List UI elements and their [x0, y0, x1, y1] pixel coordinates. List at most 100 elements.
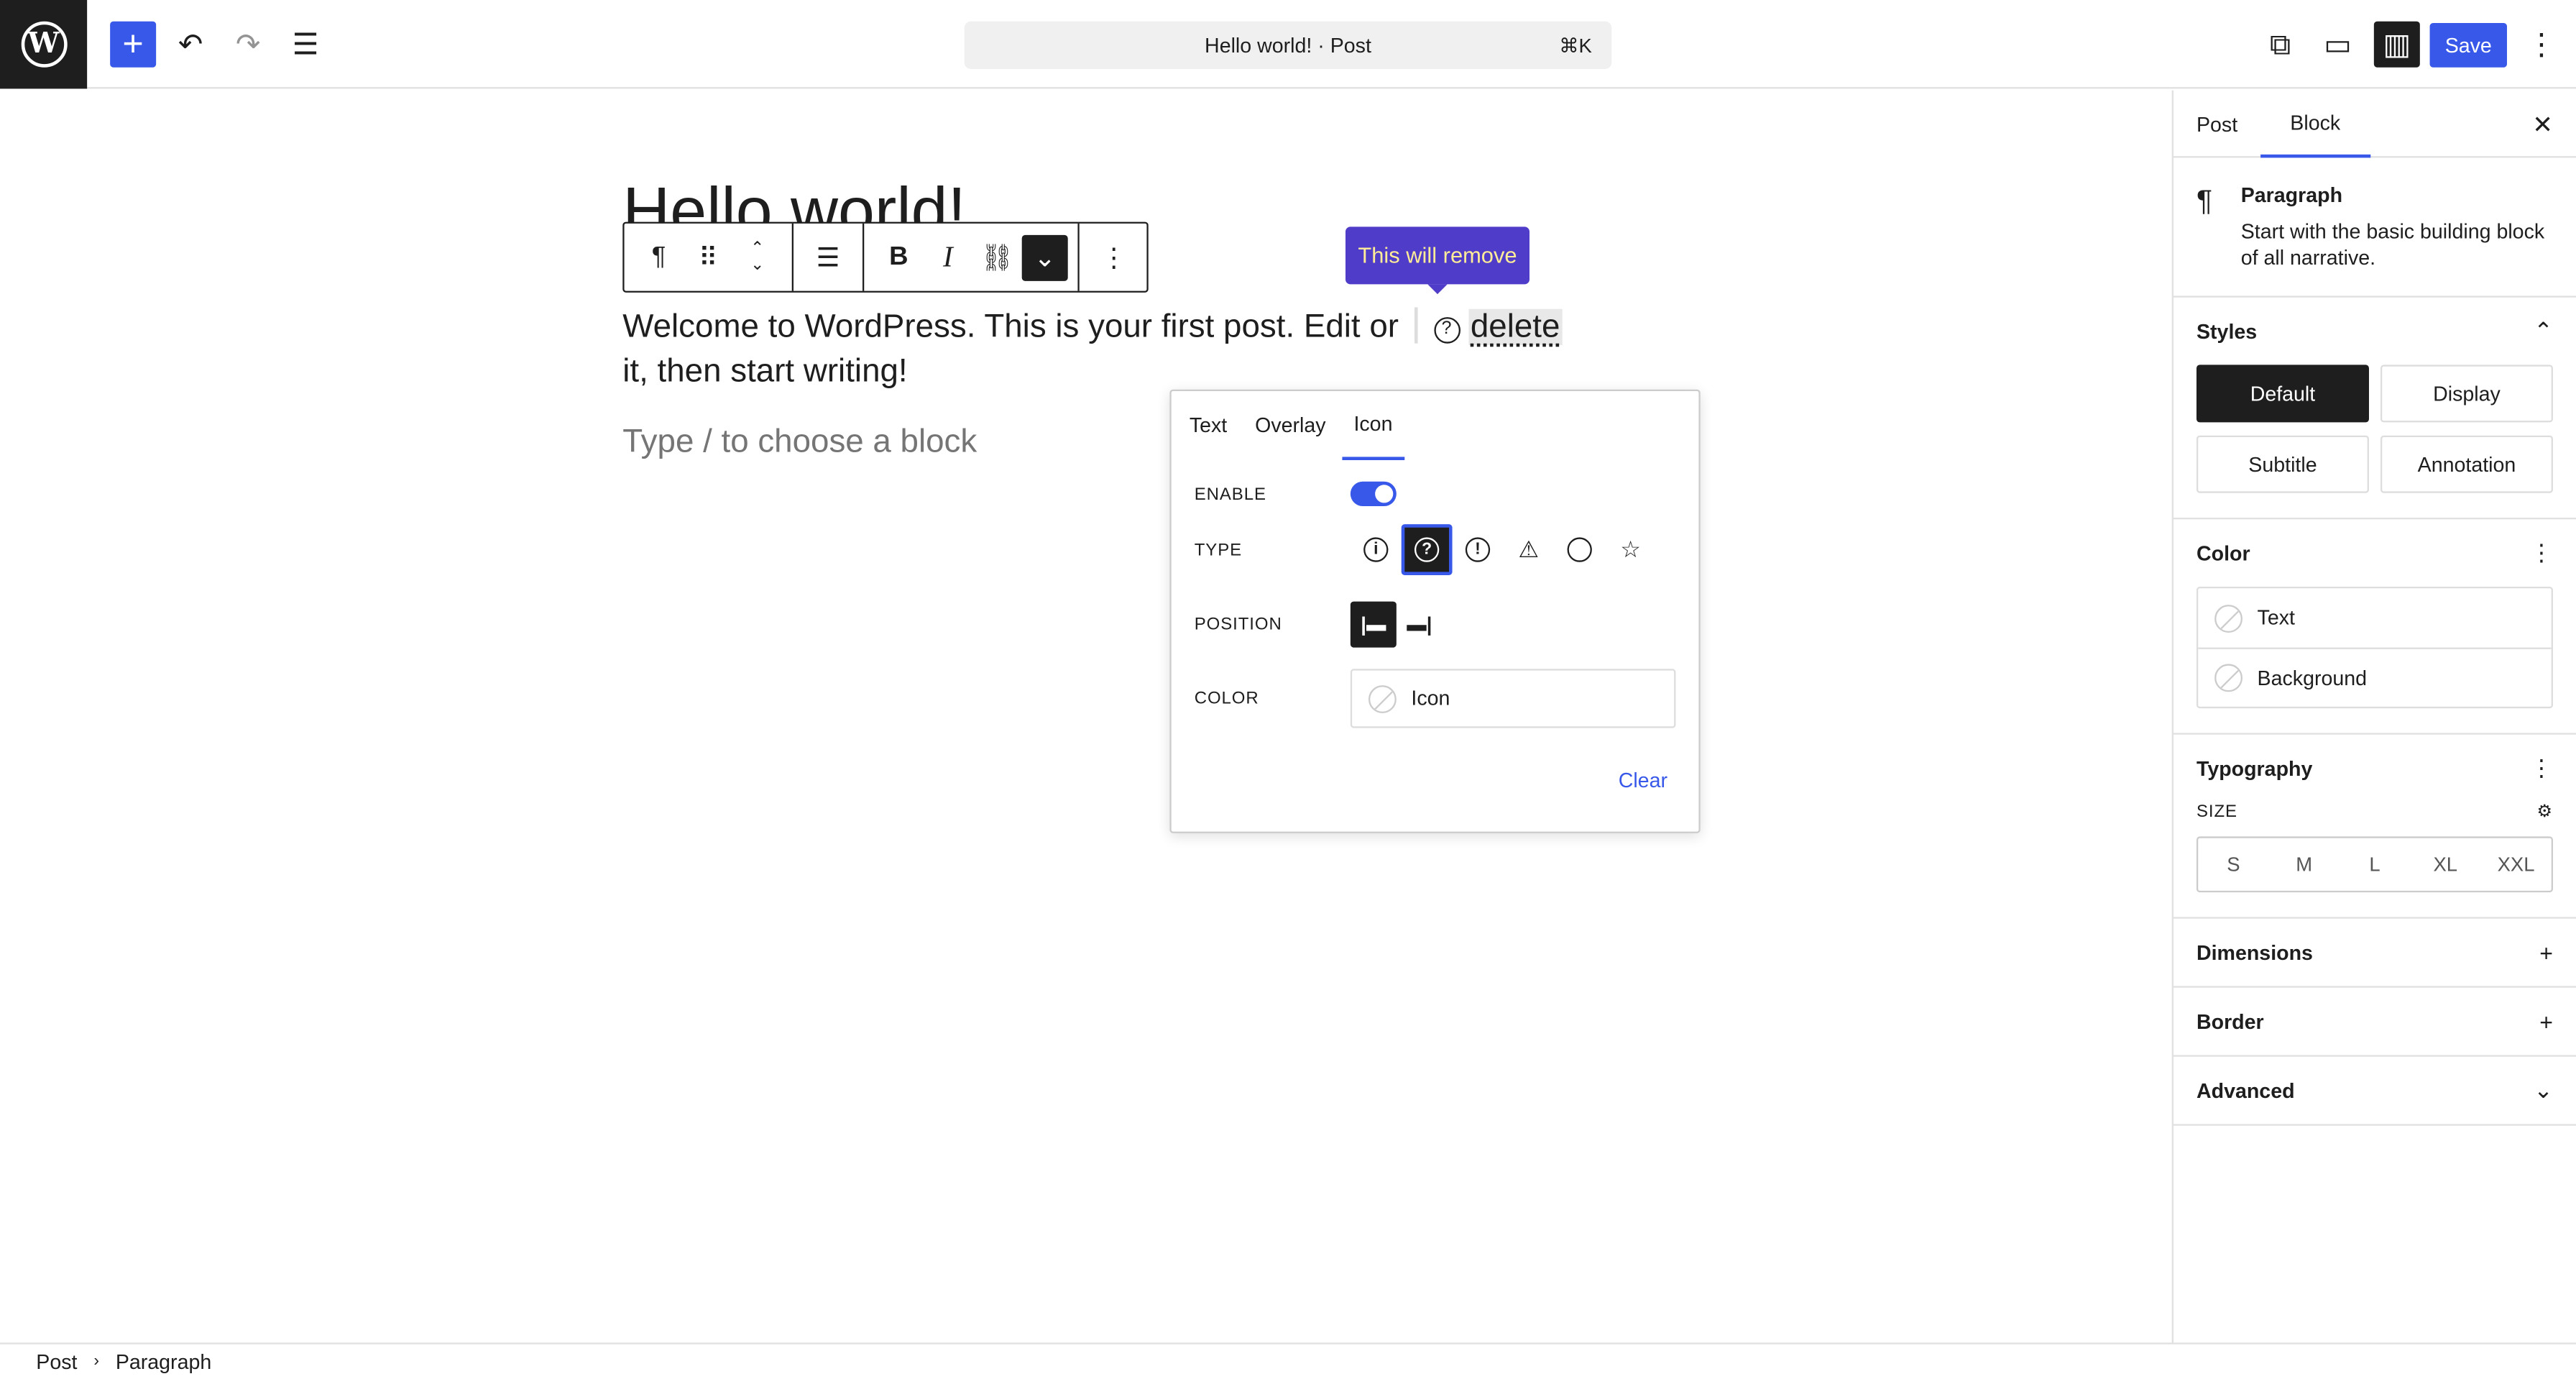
tab-block[interactable]: Block — [2260, 91, 2370, 158]
type-star-button[interactable]: ☆ — [1605, 524, 1656, 575]
prohibited-icon — [1567, 537, 1592, 562]
type-warning-button[interactable]: ⚠ — [1503, 524, 1554, 575]
block-placeholder[interactable]: Type / to choose a block — [622, 424, 977, 462]
border-panel[interactable]: Border + — [2173, 988, 2576, 1057]
paragraph-block[interactable]: Welcome to WordPress. This is your first… — [622, 306, 1592, 394]
type-help-button[interactable]: ? — [1401, 524, 1453, 575]
tab-overlay[interactable]: Overlay — [1243, 391, 1337, 460]
chevron-right-icon: › — [93, 1352, 99, 1371]
type-block-button[interactable] — [1554, 524, 1605, 575]
align-left-icon[interactable]: ☰ — [804, 232, 853, 282]
list-view-icon: ☰ — [292, 27, 319, 60]
more-rich-text-chevron-icon[interactable]: ⌄ — [1021, 234, 1068, 280]
annotation-tooltip: This will remove — [1345, 226, 1530, 295]
link-icon[interactable]: ⛓ — [972, 232, 1022, 282]
font-size-picker: S M L XL XXL — [2196, 836, 2553, 893]
position-right-button[interactable]: ▬| — [1397, 602, 1443, 648]
type-info-button[interactable]: i — [1351, 524, 1402, 575]
more-vertical-icon: ⋮ — [2526, 27, 2557, 60]
dimensions-panel-header[interactable]: Dimensions + — [2196, 919, 2553, 986]
dimensions-panel[interactable]: Dimensions + — [2173, 919, 2576, 988]
block-description: Start with the basic building block of a… — [2240, 220, 2545, 270]
position-left-button[interactable]: |▬ — [1350, 601, 1397, 648]
more-vertical-icon[interactable]: ⋮ — [2530, 539, 2553, 567]
styles-panel: Styles ⌃ Default Display Subtitle Annota… — [2173, 298, 2576, 520]
color-background-item[interactable]: Background — [2198, 647, 2552, 707]
styles-title: Styles — [2196, 319, 2258, 343]
color-swatch-icon — [2214, 603, 2242, 632]
breadcrumb-paragraph[interactable]: Paragraph — [116, 1350, 211, 1373]
dimensions-title: Dimensions — [2196, 940, 2313, 964]
caret-separator — [1414, 307, 1418, 344]
paragraph-text-before: Welcome to WordPress. This is your first… — [622, 308, 1399, 345]
style-variations: Default Display Subtitle Annotation — [2196, 365, 2553, 518]
style-display[interactable]: Display — [2380, 365, 2553, 423]
styles-panel-header[interactable]: Styles ⌃ — [2196, 298, 2553, 365]
type-row: TYPE i ? ! ⚠ ☆ — [1195, 524, 1656, 575]
tab-post[interactable]: Post — [2174, 91, 2260, 158]
move-down-icon[interactable]: ⌄ — [750, 257, 764, 274]
redo-button[interactable]: ↷ — [225, 22, 271, 68]
style-annotation[interactable]: Annotation — [2380, 435, 2553, 493]
settings-sliders-icon[interactable]: ⚙ — [2537, 802, 2553, 821]
clear-button[interactable]: Clear — [1619, 769, 1668, 792]
desktop-icon: ▭ — [2324, 27, 2352, 60]
save-button[interactable]: Save — [2429, 22, 2507, 68]
wordpress-logo[interactable]: W — [0, 0, 88, 89]
undo-button[interactable]: ↶ — [167, 22, 213, 68]
icon-color-picker[interactable]: Icon — [1350, 669, 1676, 728]
external-link-icon: ⧉ — [2269, 27, 2291, 60]
position-row: POSITION |▬ ▬| — [1195, 601, 1443, 648]
color-label: COLOR — [1194, 688, 1259, 709]
close-icon[interactable]: ✕ — [2532, 110, 2553, 139]
options-menu-button[interactable]: ⋮ — [2518, 22, 2564, 68]
color-text-item[interactable]: Text — [2198, 588, 2551, 647]
color-swatch-icon — [1368, 684, 1397, 713]
plus-icon: + — [2539, 1008, 2553, 1035]
paragraph-text-after: it, then start writing! — [622, 353, 908, 390]
advanced-panel-header[interactable]: Advanced ⌄ — [2196, 1057, 2553, 1124]
document-title: Hello world! · Post — [1205, 33, 1371, 57]
drag-handle-icon[interactable]: ⠿ — [684, 232, 733, 282]
position-right-icon: ▬| — [1407, 613, 1432, 636]
border-panel-header[interactable]: Border + — [2196, 988, 2553, 1055]
list-view-button[interactable]: ☰ — [282, 22, 328, 68]
undo-icon: ↶ — [178, 27, 203, 60]
more-vertical-icon[interactable]: ⋮ — [2530, 754, 2553, 782]
block-toolbar: ¶ ⠿ ⌃ ⌄ ☰ B I ⛓ ⌄ ⋮ — [622, 221, 1149, 293]
italic-button[interactable]: I — [924, 232, 973, 282]
document-bar[interactable]: Hello world! · Post ⌘K — [964, 21, 1612, 69]
type-icon-picker: i ? ! ⚠ ☆ — [1351, 524, 1656, 575]
size-l[interactable]: L — [2340, 838, 2410, 891]
paragraph-icon: ¶ — [2196, 183, 2213, 217]
breadcrumb-post[interactable]: Post — [36, 1350, 77, 1373]
size-m[interactable]: M — [2269, 838, 2340, 891]
settings-toggle-button[interactable]: ▥ — [2373, 21, 2420, 68]
block-options-icon[interactable]: ⋮ — [1089, 232, 1138, 282]
view-post-button[interactable]: ⧉ — [2258, 22, 2304, 68]
editor-canvas[interactable]: Hello world! ¶ ⠿ ⌃ ⌄ ☰ B I ⛓ ⌄ ⋮ This wi… — [0, 90, 2172, 1343]
type-alert-button[interactable]: ! — [1453, 524, 1504, 575]
advanced-panel[interactable]: Advanced ⌄ — [2173, 1057, 2576, 1126]
paragraph-icon[interactable]: ¶ — [634, 232, 684, 282]
top-toolbar: W + ↶ ↷ ☰ Hello world! · Post ⌘K ⧉ ▭ ▥ S… — [0, 0, 2576, 89]
style-default[interactable]: Default — [2196, 365, 2369, 423]
border-title: Border — [2196, 1009, 2264, 1033]
chevron-down-icon: ⌄ — [2534, 1076, 2553, 1103]
size-xxl[interactable]: XXL — [2480, 838, 2551, 891]
block-card: ¶ Paragraph Start with the basic buildin… — [2173, 157, 2576, 298]
toggle-knob — [1375, 485, 1394, 503]
bold-button[interactable]: B — [874, 232, 924, 282]
style-subtitle[interactable]: Subtitle — [2196, 435, 2369, 493]
size-xl[interactable]: XL — [2410, 838, 2480, 891]
color-text-label: Text — [2257, 606, 2295, 630]
preview-device-button[interactable]: ▭ — [2315, 22, 2361, 68]
highlighted-word[interactable]: delete — [1468, 309, 1562, 345]
options-group: ⋮ — [1080, 224, 1149, 291]
tab-text[interactable]: Text — [1178, 391, 1238, 460]
tab-icon[interactable]: Icon — [1342, 391, 1404, 460]
enable-toggle[interactable] — [1350, 481, 1397, 506]
size-s[interactable]: S — [2198, 838, 2268, 891]
move-up-icon[interactable]: ⌃ — [750, 240, 764, 257]
add-block-button[interactable]: + — [110, 21, 157, 68]
